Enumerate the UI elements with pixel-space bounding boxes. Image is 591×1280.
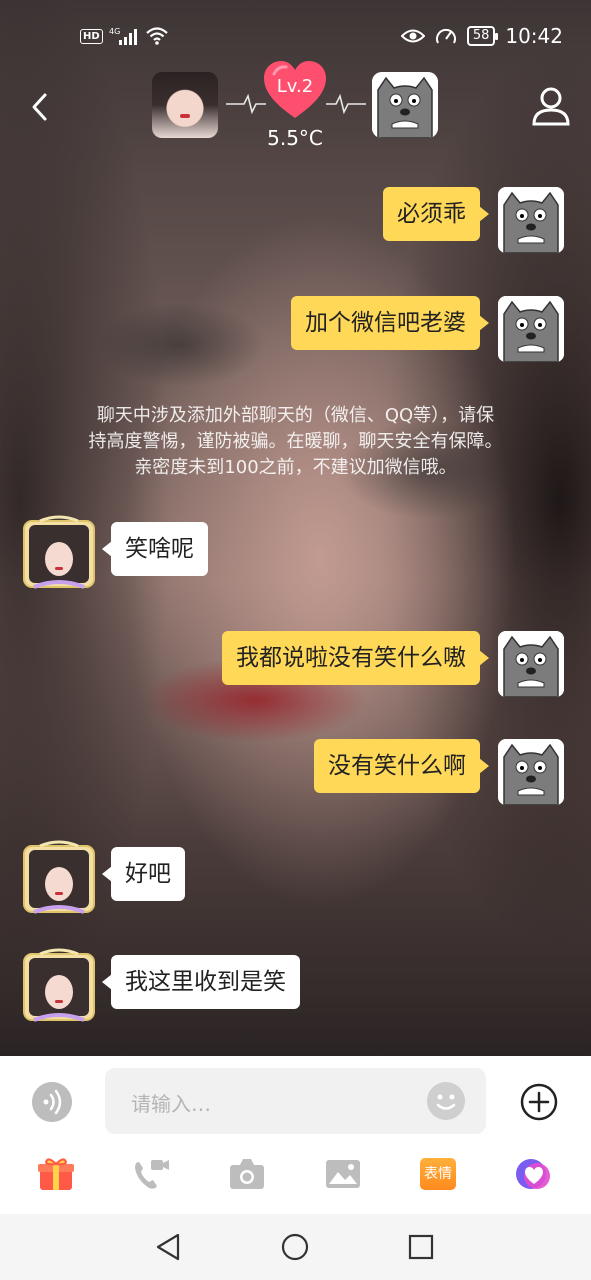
nav-recents-icon[interactable]	[406, 1232, 436, 1262]
back-arrow-icon[interactable]	[26, 92, 56, 122]
video-call-icon[interactable]	[131, 1154, 171, 1194]
chat-header: Lv.2 5.5°C	[0, 61, 591, 162]
eye-icon	[400, 29, 425, 43]
my-avatar-small[interactable]	[498, 296, 564, 362]
my-avatar-small[interactable]	[498, 631, 564, 697]
safety-notice-line: 持高度警惕，谨防被骗。在暖聊，聊天安全有保障。	[88, 431, 503, 452]
my-avatar-small[interactable]	[498, 187, 564, 253]
system-navigation-bar	[0, 1214, 591, 1280]
my-message-bubble[interactable]: 必须乖	[383, 187, 489, 241]
nav-home-icon[interactable]	[280, 1232, 310, 1262]
heart-chat-icon[interactable]	[513, 1154, 553, 1194]
safety-notice-line: 亲密度未到100之前，不建议加微信哦。	[134, 457, 457, 478]
gift-icon[interactable]	[36, 1154, 76, 1194]
camera-icon[interactable]	[227, 1154, 267, 1194]
safety-notice: 聊天中涉及添加外部聊天的（微信、QQ等），请保 持高度警惕，谨防被骗。在暖聊，聊…	[40, 403, 551, 481]
my-message-bubble[interactable]: 我都说啦没有笑什么嗷	[222, 631, 489, 685]
partner-message-bubble[interactable]: 笑啥呢	[102, 522, 208, 576]
clock: 10:42	[505, 24, 563, 48]
wolf-avatar-icon	[372, 72, 438, 138]
wolf-avatar-icon	[498, 296, 564, 362]
input-panel: 请输入… 表情	[0, 1056, 591, 1214]
profile-icon[interactable]	[530, 86, 572, 126]
my-message-bubble[interactable]: 加个微信吧老婆	[291, 296, 489, 350]
message-input[interactable]: 请输入…	[105, 1068, 486, 1134]
partner-avatar-small[interactable]	[20, 515, 98, 593]
safety-notice-line: 聊天中涉及添加外部聊天的（微信、QQ等），请保	[96, 405, 495, 426]
nav-back-icon[interactable]	[154, 1232, 184, 1262]
partner-avatar-lips	[180, 114, 190, 118]
my-avatar[interactable]	[372, 72, 438, 138]
voice-input-icon[interactable]	[32, 1082, 72, 1122]
speed-icon	[435, 28, 456, 44]
sticker-button[interactable]: 表情	[420, 1158, 456, 1190]
hd-badge: HD	[80, 28, 103, 44]
message-input-placeholder: 请输入…	[131, 1092, 211, 1116]
emoji-icon[interactable]	[427, 1082, 465, 1120]
wolf-avatar-icon	[498, 631, 564, 697]
partner-message-bubble[interactable]: 好吧	[102, 847, 185, 901]
image-icon[interactable]	[323, 1154, 363, 1194]
signal-icon: 4G	[109, 27, 137, 45]
wifi-icon	[145, 27, 168, 45]
intimacy-temperature: 5.5°C	[267, 126, 323, 150]
partner-avatar[interactable]	[152, 72, 218, 138]
partner-avatar-small[interactable]	[20, 948, 98, 1026]
wolf-avatar-icon	[498, 187, 564, 253]
intimacy-level: Lv.2	[276, 76, 314, 97]
partner-message-bubble[interactable]: 我这里收到是笑	[102, 955, 300, 1009]
wolf-avatar-icon	[498, 739, 564, 805]
battery-indicator: 58	[466, 26, 498, 46]
my-avatar-small[interactable]	[498, 739, 564, 805]
partner-avatar-small[interactable]	[20, 840, 98, 918]
plus-icon[interactable]	[519, 1082, 559, 1122]
svg-text:4G: 4G	[109, 27, 120, 36]
my-message-bubble[interactable]: 没有笑什么啊	[314, 739, 489, 793]
